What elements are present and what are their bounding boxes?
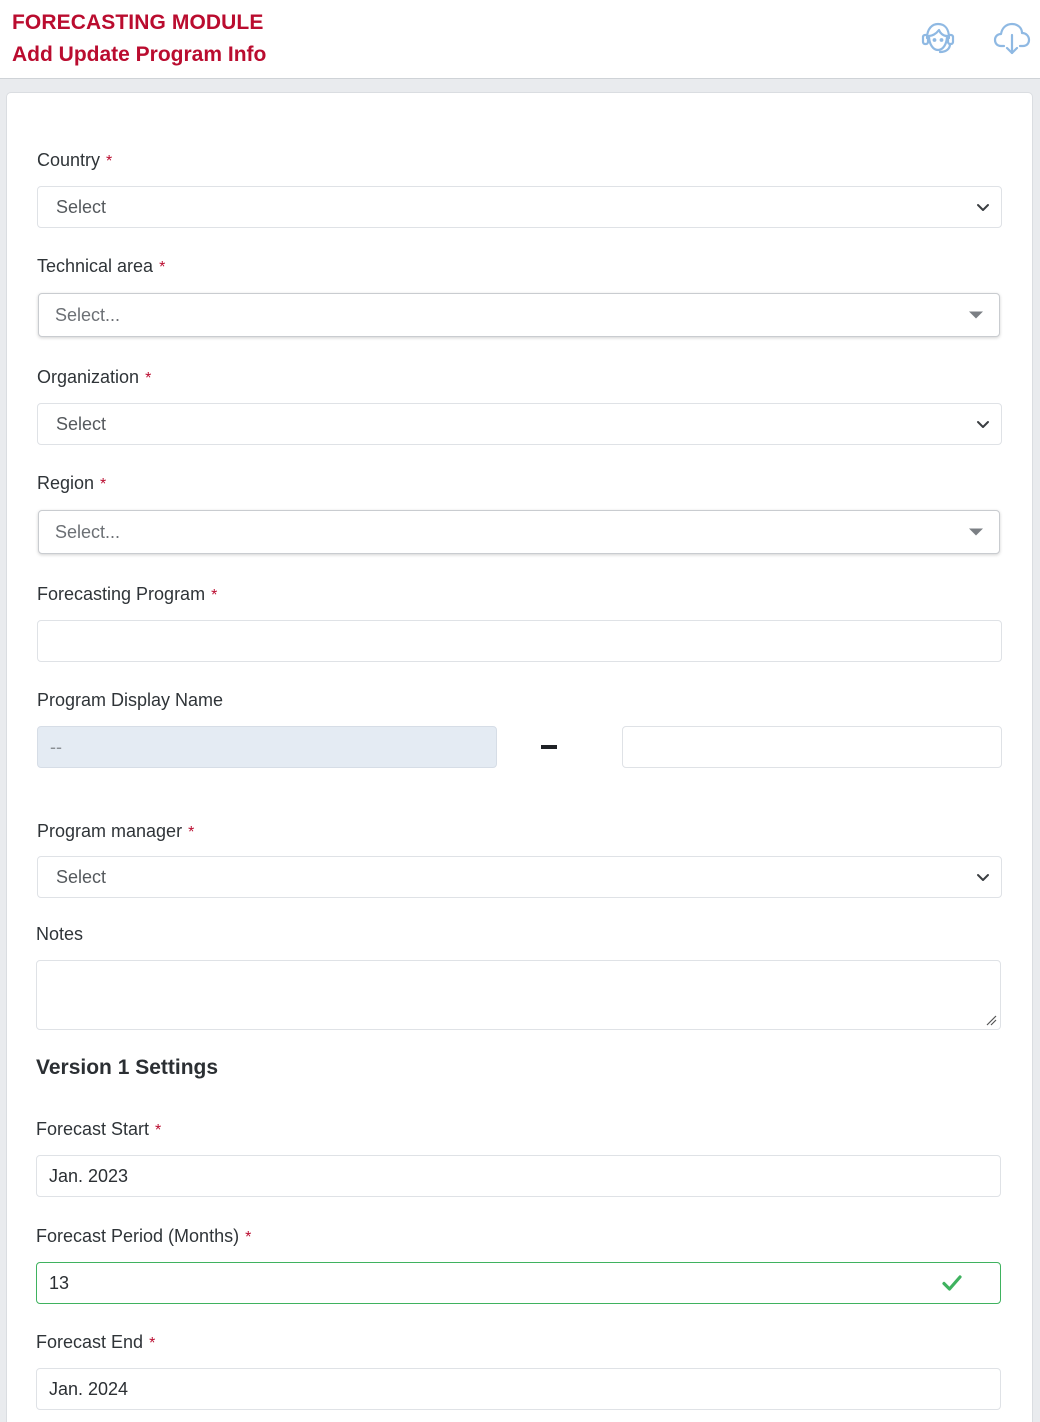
organization-select[interactable]: Select	[37, 403, 1002, 445]
country-select-value: Select	[56, 196, 107, 217]
region-placeholder: Select...	[55, 521, 121, 542]
region-label: Region *	[37, 473, 107, 493]
chevron-down-icon	[977, 874, 989, 881]
program-manager-label: Program manager *	[37, 821, 195, 841]
program-display-name-prefix-value: --	[50, 736, 62, 757]
page-title: Add Update Program Info	[12, 43, 267, 66]
support-agent-icon[interactable]	[918, 18, 958, 58]
program-display-name-prefix: --	[37, 726, 497, 768]
caret-down-icon	[969, 311, 983, 319]
forecast-end-value: Jan. 2024	[49, 1378, 129, 1399]
technical-area-label: Technical area *	[37, 256, 166, 276]
program-display-name-label: Program Display Name	[37, 690, 224, 710]
cloud-download-icon[interactable]	[992, 18, 1032, 58]
forecast-end-input[interactable]: Jan. 2024	[36, 1368, 1001, 1410]
program-display-name-suffix-input[interactable]	[622, 726, 1002, 768]
app-header: FORECASTING MODULE Add Update Program In…	[0, 0, 1040, 79]
version-settings-title: Version 1 Settings	[36, 1056, 219, 1079]
organization-select-value: Select	[56, 413, 107, 434]
forecast-end-label: Forecast End *	[36, 1332, 156, 1352]
organization-label: Organization *	[37, 367, 152, 387]
caret-down-icon	[969, 528, 983, 536]
display-name-separator	[541, 745, 557, 749]
chevron-down-icon	[977, 421, 989, 428]
checkmark-icon	[942, 1275, 962, 1291]
forecasting-program-label: Forecasting Program *	[37, 584, 218, 604]
country-select[interactable]: Select	[37, 186, 1002, 228]
chevron-down-icon	[977, 204, 989, 211]
program-manager-select[interactable]: Select	[37, 856, 1002, 898]
region-select[interactable]: Select...	[38, 510, 1000, 554]
module-title: FORECASTING MODULE	[12, 11, 264, 34]
forecast-start-value: Jan. 2023	[49, 1165, 129, 1186]
notes-label: Notes	[36, 924, 84, 944]
country-label: Country *	[37, 150, 113, 170]
forecast-start-input[interactable]: Jan. 2023	[36, 1155, 1001, 1197]
technical-area-select[interactable]: Select...	[38, 293, 1000, 337]
forecast-period-label: Forecast Period (Months) *	[36, 1226, 252, 1246]
notes-textarea[interactable]	[36, 960, 1001, 1030]
forecasting-program-input[interactable]	[37, 620, 1002, 662]
resize-handle-icon[interactable]	[985, 1014, 997, 1026]
technical-area-placeholder: Select...	[55, 304, 121, 325]
forecast-start-label: Forecast Start *	[36, 1119, 162, 1139]
forecast-period-value: 13	[49, 1272, 70, 1293]
forecast-period-input[interactable]: 13	[36, 1262, 1001, 1304]
program-manager-select-value: Select	[56, 866, 107, 887]
